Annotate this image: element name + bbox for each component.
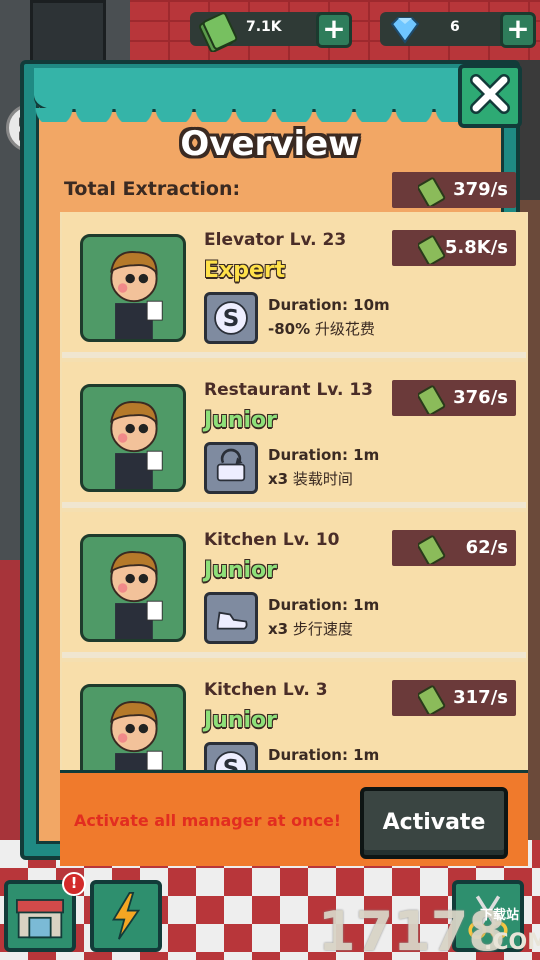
gem-value: 6 <box>450 19 460 35</box>
manager-avatar <box>80 684 186 770</box>
manager-name: Restaurant Lv. 13 <box>204 380 374 400</box>
diamond-icon <box>390 17 420 44</box>
manager-avatar <box>80 234 186 342</box>
gem-counter: 6 <box>380 12 520 46</box>
effect-text: -80% 升级花费 <box>268 320 375 338</box>
manager-card[interactable]: Restaurant Lv. 13 Junior Duration: 1m x3… <box>62 362 526 508</box>
manager-rate: 5.8K/s <box>444 237 508 258</box>
manager-rate: 62/s <box>465 537 508 558</box>
activate-hint: Activate all manager at once! <box>74 811 342 830</box>
cash-value: 7.1K <box>246 19 282 35</box>
boost-button[interactable] <box>90 880 162 952</box>
total-extraction-row: Total Extraction: 379/s <box>60 172 516 208</box>
svg-text:S: S <box>223 306 240 332</box>
modal-curtain <box>34 68 506 122</box>
total-rate-value: 379/s <box>453 179 508 200</box>
overview-modal: Overview Total Extraction: 379/s Elevato… <box>20 60 528 866</box>
modal-footer: Activate all manager at once! Activate <box>60 770 528 866</box>
watermark-sub: 下载站 <box>480 908 520 923</box>
lightning-icon <box>111 892 141 940</box>
manager-avatar <box>80 534 186 642</box>
manager-rate: 317/s <box>453 687 508 708</box>
manager-rate-badge: 317/s <box>392 680 516 716</box>
manager-list[interactable]: Elevator Lv. 23 Expert S Duration: 10m -… <box>60 212 528 770</box>
shop-icon <box>16 899 64 939</box>
s-skill-icon[interactable]: S <box>204 292 258 344</box>
manager-name: Kitchen Lv. 10 <box>204 530 340 550</box>
close-button[interactable] <box>458 64 522 128</box>
duration-text: Duration: 1m <box>268 746 380 764</box>
manager-name: Elevator Lv. 23 <box>204 230 347 250</box>
watermark-brand: 17178 <box>318 900 506 960</box>
manager-portrait-icon <box>110 251 163 339</box>
manager-rate-badge: 5.8K/s <box>392 230 516 266</box>
manager-card[interactable]: Elevator Lv. 23 Expert S Duration: 10m -… <box>62 212 526 358</box>
manager-rate-badge: 376/s <box>392 380 516 416</box>
watermark-domain: .COM <box>484 930 540 955</box>
loading-skill-icon[interactable] <box>204 442 258 494</box>
watermark: 17178 下载站 .COM <box>318 900 540 960</box>
duration-text: Duration: 10m <box>268 296 390 314</box>
modal-title: Overview <box>180 124 360 164</box>
manager-portrait-icon <box>110 551 163 639</box>
manager-portrait-icon <box>110 401 163 489</box>
manager-rank: Junior <box>204 408 278 433</box>
effect-text: x3 装载时间 <box>268 470 353 488</box>
cash-icon <box>418 177 446 206</box>
manager-rate-badge: 62/s <box>392 530 516 566</box>
total-rate-badge: 379/s <box>392 172 516 208</box>
duration-text: Duration: 1m <box>268 596 380 614</box>
activate-button[interactable]: Activate <box>360 787 508 859</box>
manager-rank: Junior <box>204 558 278 583</box>
total-extraction-label: Total Extraction: <box>64 178 241 200</box>
effect-text: x3 步行速度 <box>268 620 353 638</box>
add-cash-button[interactable]: + <box>316 12 352 48</box>
cash-icon <box>418 685 446 714</box>
currency-hud: 7.1K + 6 + <box>190 6 536 52</box>
manager-avatar <box>80 384 186 492</box>
manager-rank: Junior <box>204 708 278 733</box>
add-gem-button[interactable]: + <box>500 12 536 48</box>
manager-card[interactable]: Kitchen Lv. 3 Junior S Duration: 1m 317/… <box>62 662 526 770</box>
svg-text:S: S <box>223 756 240 770</box>
cash-icon <box>418 385 446 414</box>
manager-name: Kitchen Lv. 3 <box>204 680 328 700</box>
duration-text: Duration: 1m <box>268 446 380 464</box>
manager-portrait-icon <box>110 701 163 770</box>
s-skill-icon[interactable]: S <box>204 742 258 770</box>
manager-rate: 376/s <box>453 387 508 408</box>
manager-card[interactable]: Kitchen Lv. 10 Junior Duration: 1m x3 步行… <box>62 512 526 658</box>
alert-badge: ! <box>62 872 86 896</box>
close-x-icon <box>470 74 510 114</box>
shoe-skill-icon[interactable] <box>204 592 258 644</box>
cash-icon <box>418 535 446 564</box>
manager-rank: Expert <box>204 258 286 283</box>
cash-stack-icon <box>198 12 238 52</box>
